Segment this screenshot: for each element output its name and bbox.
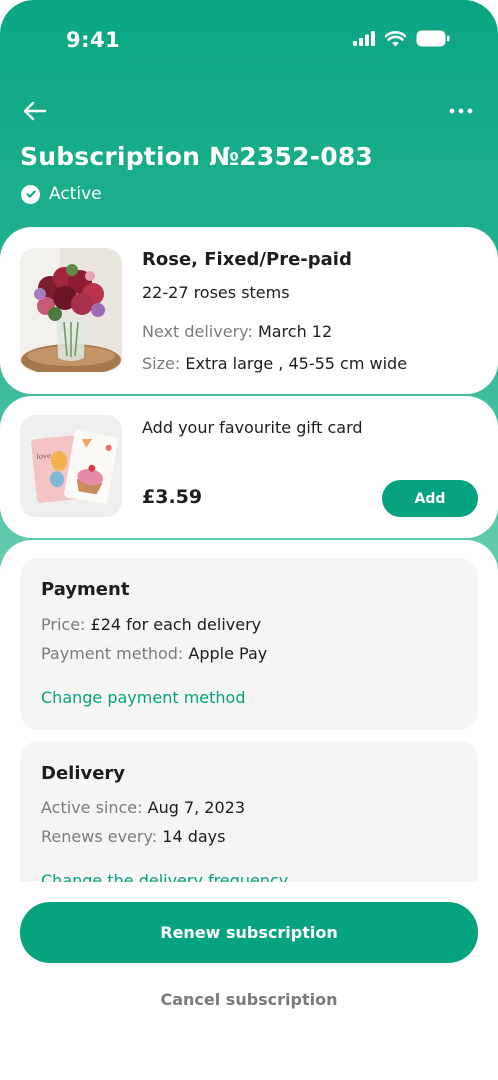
price-row: Price: £24 for each delivery: [41, 615, 261, 634]
active-since-value: Aug 7, 2023: [147, 798, 246, 817]
next-delivery-label: Next delivery:: [142, 322, 253, 341]
status-icons: [353, 30, 450, 47]
product-name: Rose, Fixed/Pre-paid: [142, 249, 352, 270]
size-label: Size:: [142, 354, 181, 373]
renews-every-value: 14 days: [162, 827, 226, 846]
back-button[interactable]: [20, 96, 50, 126]
status-time: 9:41: [66, 28, 121, 52]
renew-subscription-button[interactable]: Renew subscription: [20, 902, 478, 963]
gift-card-price: £3.59: [142, 486, 203, 508]
product-stems: 22-27 roses stems: [142, 283, 290, 302]
delivery-title: Delivery: [41, 763, 126, 784]
status-label: Active: [49, 184, 102, 204]
check-circle-icon: [21, 184, 40, 204]
change-payment-method-link[interactable]: Change payment method: [41, 688, 246, 707]
price-value: £24 for each delivery: [90, 615, 262, 634]
size-value: Extra large , 45-55 cm wide: [185, 354, 408, 373]
payment-title: Payment: [41, 579, 130, 600]
more-horizontal-icon: [449, 108, 473, 114]
active-since-label: Active since:: [41, 798, 143, 817]
svg-text:love: love: [36, 452, 51, 461]
gift-card-image: love: [20, 415, 122, 517]
wifi-icon: [385, 30, 406, 46]
product-card: Rose, Fixed/Pre-paid 22-27 roses stems N…: [0, 227, 498, 394]
price-label: Price:: [41, 615, 86, 634]
gift-card-text: Add your favourite gift card: [142, 418, 363, 437]
next-delivery-value: March 12: [257, 322, 333, 341]
navigation-bar: [0, 94, 498, 130]
page-title: Subscription №2352-083: [20, 142, 374, 171]
payment-panel: Payment Price: £24 for each delivery Pay…: [20, 558, 478, 730]
arrow-left-icon: [23, 101, 47, 121]
payment-method-value: Apple Pay: [188, 644, 268, 663]
phone-screen: 9:41 Subscription №2352-083 Active Rose,…: [0, 0, 498, 1080]
renews-every-label: Renews every:: [41, 827, 158, 846]
next-delivery-row: Next delivery: March 12: [142, 322, 332, 341]
payment-method-label: Payment method:: [41, 644, 184, 663]
cellular-signal-icon: [353, 31, 375, 46]
more-options-button[interactable]: [446, 96, 476, 126]
subscription-status: Active: [21, 184, 102, 204]
bouquet-image: [20, 248, 122, 372]
status-bar: 9:41: [0, 0, 498, 80]
gift-card-offer: love Add your favourite gift card £3.59 …: [0, 396, 498, 538]
payment-method-row: Payment method: Apple Pay: [41, 644, 267, 663]
add-gift-card-button[interactable]: Add: [382, 480, 478, 517]
battery-icon: [416, 30, 450, 47]
size-row: Size: Extra large , 45-55 cm wide: [142, 354, 407, 373]
active-since-row: Active since: Aug 7, 2023: [41, 798, 245, 817]
renews-every-row: Renews every: 14 days: [41, 827, 225, 846]
cancel-subscription-button[interactable]: Cancel subscription: [0, 990, 498, 1009]
